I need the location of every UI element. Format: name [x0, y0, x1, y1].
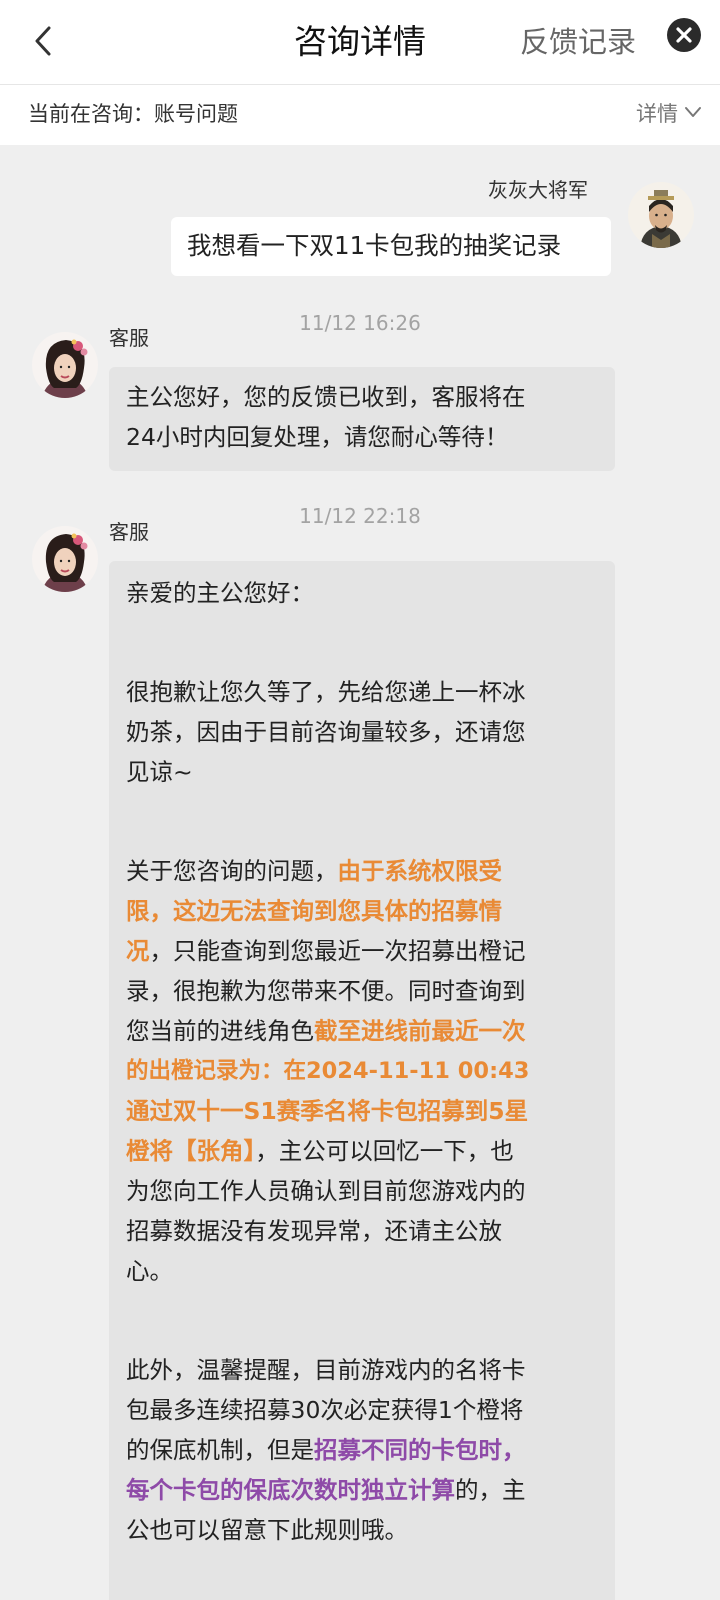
paragraph-line: 每个卡包的保底次数时独立计算的，主 — [126, 1471, 526, 1510]
top-bar: 咨询详情 反馈记录 — [0, 0, 720, 85]
paragraph-line: 况，只能查询到您最近一次招募出橙记 — [126, 932, 526, 971]
paragraph-line: 的保底机制，但是招募不同的卡包时， — [126, 1431, 526, 1470]
greeting-line: 亲爱的主公您好： — [126, 579, 314, 607]
paragraph-line: 很抱歉让您久等了，先给您递上一杯冰 — [126, 678, 526, 706]
paragraph-line: 关于您咨询的问题，由于系统权限受 — [126, 852, 502, 891]
highlight-text: 况 — [126, 937, 150, 965]
paragraph-line: 见谅~ — [126, 758, 193, 786]
text-span: ，只能查询到您最近一次招募出橙记 — [149, 937, 526, 965]
feedback-records-link[interactable]: 反馈记录 — [520, 18, 636, 66]
user-message-bubble: 我想看一下双11卡包我的抽奖记录 — [171, 217, 611, 276]
agent-name: 客服 — [109, 520, 149, 544]
highlight-text: 招募不同的卡包时， — [314, 1436, 526, 1464]
message-timestamp: 11/12 16:26 — [299, 311, 421, 335]
paragraph-line: 为您向工作人员确认到目前您游戏内的 — [126, 1177, 526, 1205]
text-span: ，主公可以回忆一下，也 — [255, 1137, 514, 1165]
text-span: 的，主 — [455, 1476, 526, 1504]
agent-avatar-icon — [32, 526, 98, 592]
text-span: 您当前的进线角色 — [126, 1017, 314, 1045]
paragraph-line: 心。 — [126, 1257, 173, 1285]
paragraph-line: 招募数据没有发现异常，还请主公放 — [126, 1217, 502, 1245]
agent-avatar-icon — [32, 332, 98, 398]
chat-page: 咨询详情 反馈记录 当前在咨询：账号问题 详情 灰灰大将军 我想看一下双11卡包… — [0, 0, 720, 1600]
agent-message-bubble: 主公您好，您的反馈已收到，客服将在 24小时内回复处理，请您耐心等待！ — [109, 367, 615, 471]
highlight-text: 截至进线前最近一次 — [314, 1017, 526, 1045]
close-button[interactable] — [667, 18, 701, 52]
paragraph-line: 包最多连续招募30次必定获得1个橙将 — [126, 1396, 524, 1424]
user-name: 灰灰大将军 — [488, 178, 588, 202]
highlight-text: 的出橙记录为：在2024-11-11 00:43 — [126, 1058, 530, 1084]
highlight-text: 每个卡包的保底次数时独立计算 — [126, 1476, 455, 1504]
paragraph-line: 您当前的进线角色截至进线前最近一次 — [126, 1012, 526, 1051]
consult-topic-bar: 当前在咨询：账号问题 详情 — [0, 85, 720, 145]
agent-name: 客服 — [109, 326, 149, 350]
text-span: 的保底机制，但是 — [126, 1436, 314, 1464]
highlight-text: 限，这边无法查询到您具体的招募情 — [126, 897, 502, 925]
highlight-text: 橙将【张角】 — [126, 1137, 256, 1165]
details-toggle[interactable]: 详情 — [636, 99, 678, 129]
agent-message-line: 主公您好，您的反馈已收到，客服将在 — [126, 383, 526, 411]
paragraph-line: 录，很抱歉为您带来不便。同时查询到 — [126, 977, 526, 1005]
close-icon — [676, 27, 692, 43]
paragraph-line: 此外，温馨提醒，目前游戏内的名将卡 — [126, 1356, 526, 1384]
message-timestamp: 11/12 22:18 — [299, 504, 421, 528]
user-message-text: 我想看一下双11卡包我的抽奖记录 — [187, 231, 562, 260]
current-topic-label: 当前在咨询：账号问题 — [28, 102, 238, 126]
agent-message-bubble: 亲爱的主公您好： 很抱歉让您久等了，先给您递上一杯冰 奶茶，因由于目前咨询量较多… — [109, 561, 615, 1600]
highlight-text: 由于系统权限受 — [337, 857, 503, 885]
agent-avatar[interactable] — [32, 332, 98, 398]
general-avatar-icon — [628, 182, 694, 248]
text-span: 关于您咨询的问题， — [126, 857, 338, 885]
paragraph-line: 公也可以留意下此规则哦。 — [126, 1516, 408, 1544]
agent-message-line: 24小时内回复处理，请您耐心等待！ — [126, 423, 509, 451]
chevron-down-icon[interactable] — [684, 105, 702, 119]
agent-avatar[interactable] — [32, 526, 98, 592]
paragraph-line: 橙将【张角】，主公可以回忆一下，也 — [126, 1132, 514, 1171]
user-avatar[interactable] — [628, 182, 694, 248]
paragraph-line: 奶茶，因由于目前咨询量较多，还请您 — [126, 718, 526, 746]
highlight-text: 通过双十一S1赛季名将卡包招募到5星 — [126, 1097, 529, 1125]
